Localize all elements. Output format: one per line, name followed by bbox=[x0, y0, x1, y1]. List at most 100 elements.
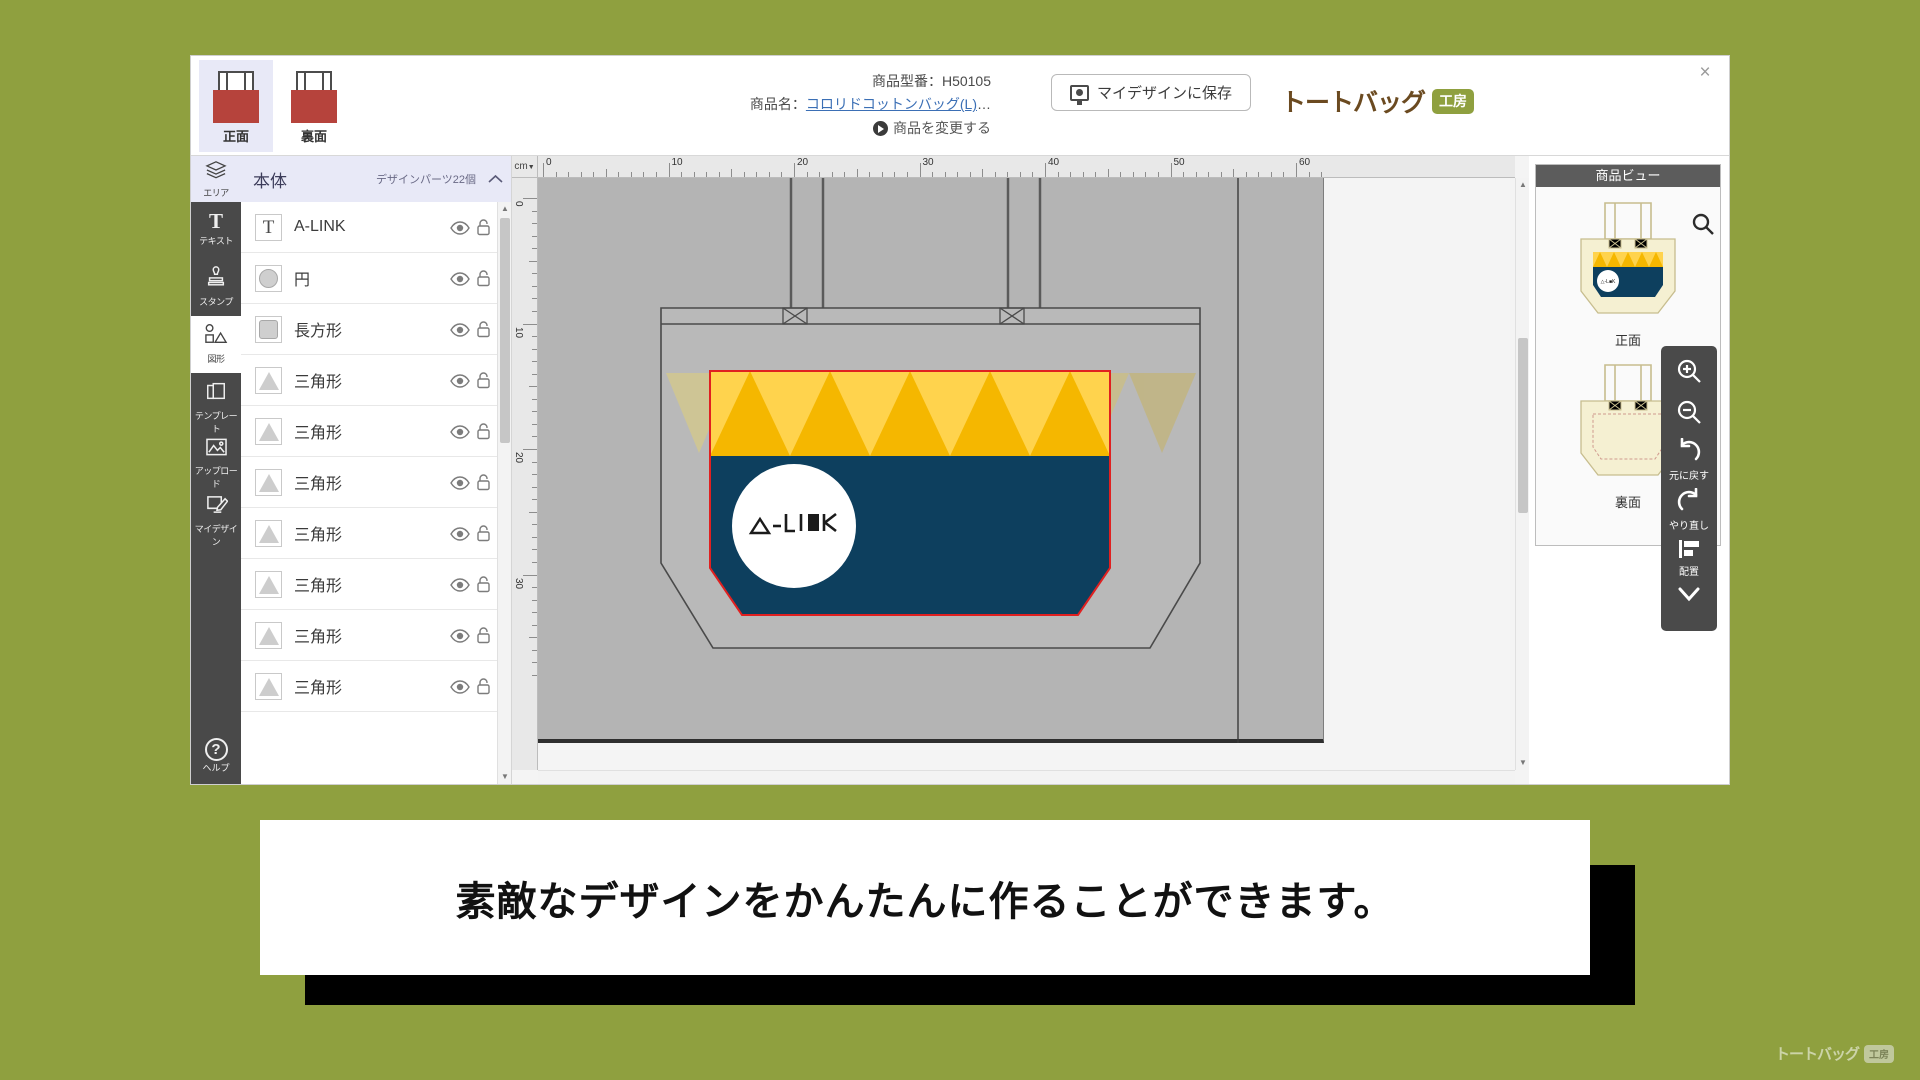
ruler-label: 30 bbox=[922, 157, 934, 168]
zoom-out-button[interactable] bbox=[1661, 397, 1717, 432]
sidebar-item-stamp[interactable]: スタンプ bbox=[191, 259, 241, 316]
lock-icon[interactable] bbox=[476, 320, 491, 338]
canvas-scroll-down-icon[interactable]: ▼ bbox=[1516, 756, 1530, 770]
lock-icon[interactable] bbox=[476, 575, 491, 593]
eye-icon[interactable] bbox=[450, 220, 470, 235]
view-tab-back[interactable]: 裏面 bbox=[277, 60, 351, 152]
eye-icon[interactable] bbox=[450, 577, 470, 592]
lock-icon[interactable] bbox=[476, 371, 491, 389]
sidebar-item-area[interactable]: エリア bbox=[191, 156, 241, 202]
eye-icon[interactable] bbox=[450, 271, 470, 286]
layer-row[interactable]: 長方形 bbox=[241, 304, 497, 355]
ruler-tick bbox=[532, 536, 537, 538]
save-to-mydesign-button[interactable]: マイデザインに保存 bbox=[1051, 74, 1251, 111]
layer-actions bbox=[450, 473, 491, 491]
canvas-scroll-thumb[interactable] bbox=[1518, 338, 1528, 513]
eye-icon[interactable] bbox=[450, 526, 470, 541]
more-tools-button[interactable] bbox=[1661, 584, 1717, 609]
layer-actions bbox=[450, 218, 491, 236]
sidebar-item-shape[interactable]: 図形 bbox=[191, 316, 241, 373]
layer-row[interactable]: 三角形 bbox=[241, 355, 497, 406]
scroll-thumb[interactable] bbox=[500, 218, 510, 443]
ruler-label: 50 bbox=[1173, 157, 1185, 168]
layer-name: 三角形 bbox=[294, 425, 343, 442]
lock-icon[interactable] bbox=[476, 677, 491, 695]
ruler-tick bbox=[532, 210, 537, 212]
canvas-scroll-up-icon[interactable]: ▲ bbox=[1516, 178, 1530, 192]
ruler-tick bbox=[1132, 172, 1134, 177]
ruler-tick bbox=[1120, 172, 1122, 177]
help-button[interactable]: ? ヘルプ bbox=[191, 738, 241, 774]
ruler-tick bbox=[969, 172, 971, 177]
sidebar-item-upload[interactable]: アップロード bbox=[191, 430, 241, 489]
product-info: 商品型番：H50105 商品名：コロリドコットンバッグ(L)… 商品を変更する bbox=[691, 70, 991, 140]
lock-icon[interactable] bbox=[476, 626, 491, 644]
view-tab-front[interactable]: 正面 bbox=[199, 60, 273, 152]
canvas-viewport[interactable] bbox=[538, 178, 1515, 770]
layer-row[interactable]: 円 bbox=[241, 253, 497, 304]
layer-thumbnail-circle-icon bbox=[255, 264, 282, 292]
ruler-tick bbox=[568, 172, 570, 177]
lock-icon[interactable] bbox=[476, 218, 491, 236]
layer-thumbnail-triangle-icon bbox=[255, 672, 282, 700]
layer-row[interactable]: 三角形 bbox=[241, 661, 497, 712]
layer-panel: 本体 デザインパーツ22個 T A-LINK 円長方形 三角形 三角形 三角形 三角形 三角形… bbox=[241, 156, 512, 784]
preview-front[interactable]: △-L■K 正面 bbox=[1536, 195, 1720, 349]
ruler-tick bbox=[1183, 172, 1185, 177]
watermark-badge: 工房 bbox=[1864, 1044, 1894, 1063]
ruler-tick bbox=[693, 172, 695, 177]
ruler-tick bbox=[532, 662, 537, 664]
ruler-tick bbox=[881, 172, 883, 177]
layer-row[interactable]: T A-LINK bbox=[241, 202, 497, 253]
product-name-link[interactable]: コロリドコットンバッグ(L) bbox=[806, 96, 977, 112]
layer-row[interactable]: 三角形 bbox=[241, 508, 497, 559]
eye-icon[interactable] bbox=[450, 475, 470, 490]
layer-thumbnail-triangle-icon bbox=[255, 570, 282, 598]
ruler-tick bbox=[994, 172, 996, 177]
ruler-tick bbox=[681, 172, 683, 177]
canvas-vertical-scrollbar[interactable]: ▲ ▼ bbox=[1515, 178, 1529, 770]
sidebar-item-mydesign[interactable]: マイデザイン bbox=[191, 487, 241, 547]
ruler-tick bbox=[532, 524, 537, 526]
ruler-tick bbox=[1170, 163, 1172, 177]
ruler-tick bbox=[532, 285, 537, 287]
layer-row[interactable]: 三角形 bbox=[241, 559, 497, 610]
canvas-horizontal-scrollbar[interactable] bbox=[538, 770, 1515, 784]
ruler-tick bbox=[1296, 163, 1297, 177]
ruler-tick bbox=[1321, 172, 1323, 177]
chevron-up-icon[interactable] bbox=[482, 171, 503, 187]
zoom-in-button[interactable] bbox=[1661, 356, 1717, 391]
layer-row[interactable]: 三角形 bbox=[241, 457, 497, 508]
bag-canvas[interactable] bbox=[538, 178, 1324, 743]
lock-icon[interactable] bbox=[476, 524, 491, 542]
ruler-tick bbox=[894, 172, 896, 177]
lock-icon[interactable] bbox=[476, 422, 491, 440]
eye-icon[interactable] bbox=[450, 373, 470, 388]
lock-icon[interactable] bbox=[476, 269, 491, 287]
eye-icon[interactable] bbox=[450, 322, 470, 337]
align-button[interactable]: 配置 bbox=[1661, 538, 1717, 578]
layer-row[interactable]: 三角形 bbox=[241, 610, 497, 661]
redo-button[interactable]: やり直し bbox=[1661, 487, 1717, 532]
eye-icon[interactable] bbox=[450, 679, 470, 694]
undo-button[interactable]: 元に戻す bbox=[1661, 437, 1717, 482]
eye-icon[interactable] bbox=[450, 628, 470, 643]
scroll-down-icon[interactable]: ▼ bbox=[498, 770, 512, 784]
change-product-row[interactable]: 商品を変更する bbox=[691, 117, 991, 140]
sidebar-item-stamp-label: スタンプ bbox=[199, 297, 233, 307]
close-icon[interactable]: × bbox=[1695, 63, 1715, 84]
layer-row[interactable]: 三角形 bbox=[241, 406, 497, 457]
sidebar-item-template[interactable]: テンプレート bbox=[191, 373, 241, 434]
ruler-tick bbox=[605, 169, 607, 177]
ruler-tick bbox=[1233, 169, 1235, 177]
ruler-tick bbox=[532, 223, 537, 225]
layer-list-scrollbar[interactable]: ▲ ▼ bbox=[497, 202, 511, 784]
layer-list[interactable]: T A-LINK 円長方形 三角形 三角形 三角形 三角形 三角形 三角形 三角形 bbox=[241, 202, 497, 784]
layer-thumbnail-text-icon: T bbox=[255, 213, 282, 241]
ruler-unit-selector[interactable]: cm▼ bbox=[512, 156, 538, 178]
scroll-up-icon[interactable]: ▲ bbox=[498, 202, 512, 216]
preview-front-magnifier-icon[interactable] bbox=[1690, 211, 1716, 237]
sidebar-item-text[interactable]: T テキスト bbox=[191, 202, 241, 259]
lock-icon[interactable] bbox=[476, 473, 491, 491]
eye-icon[interactable] bbox=[450, 424, 470, 439]
